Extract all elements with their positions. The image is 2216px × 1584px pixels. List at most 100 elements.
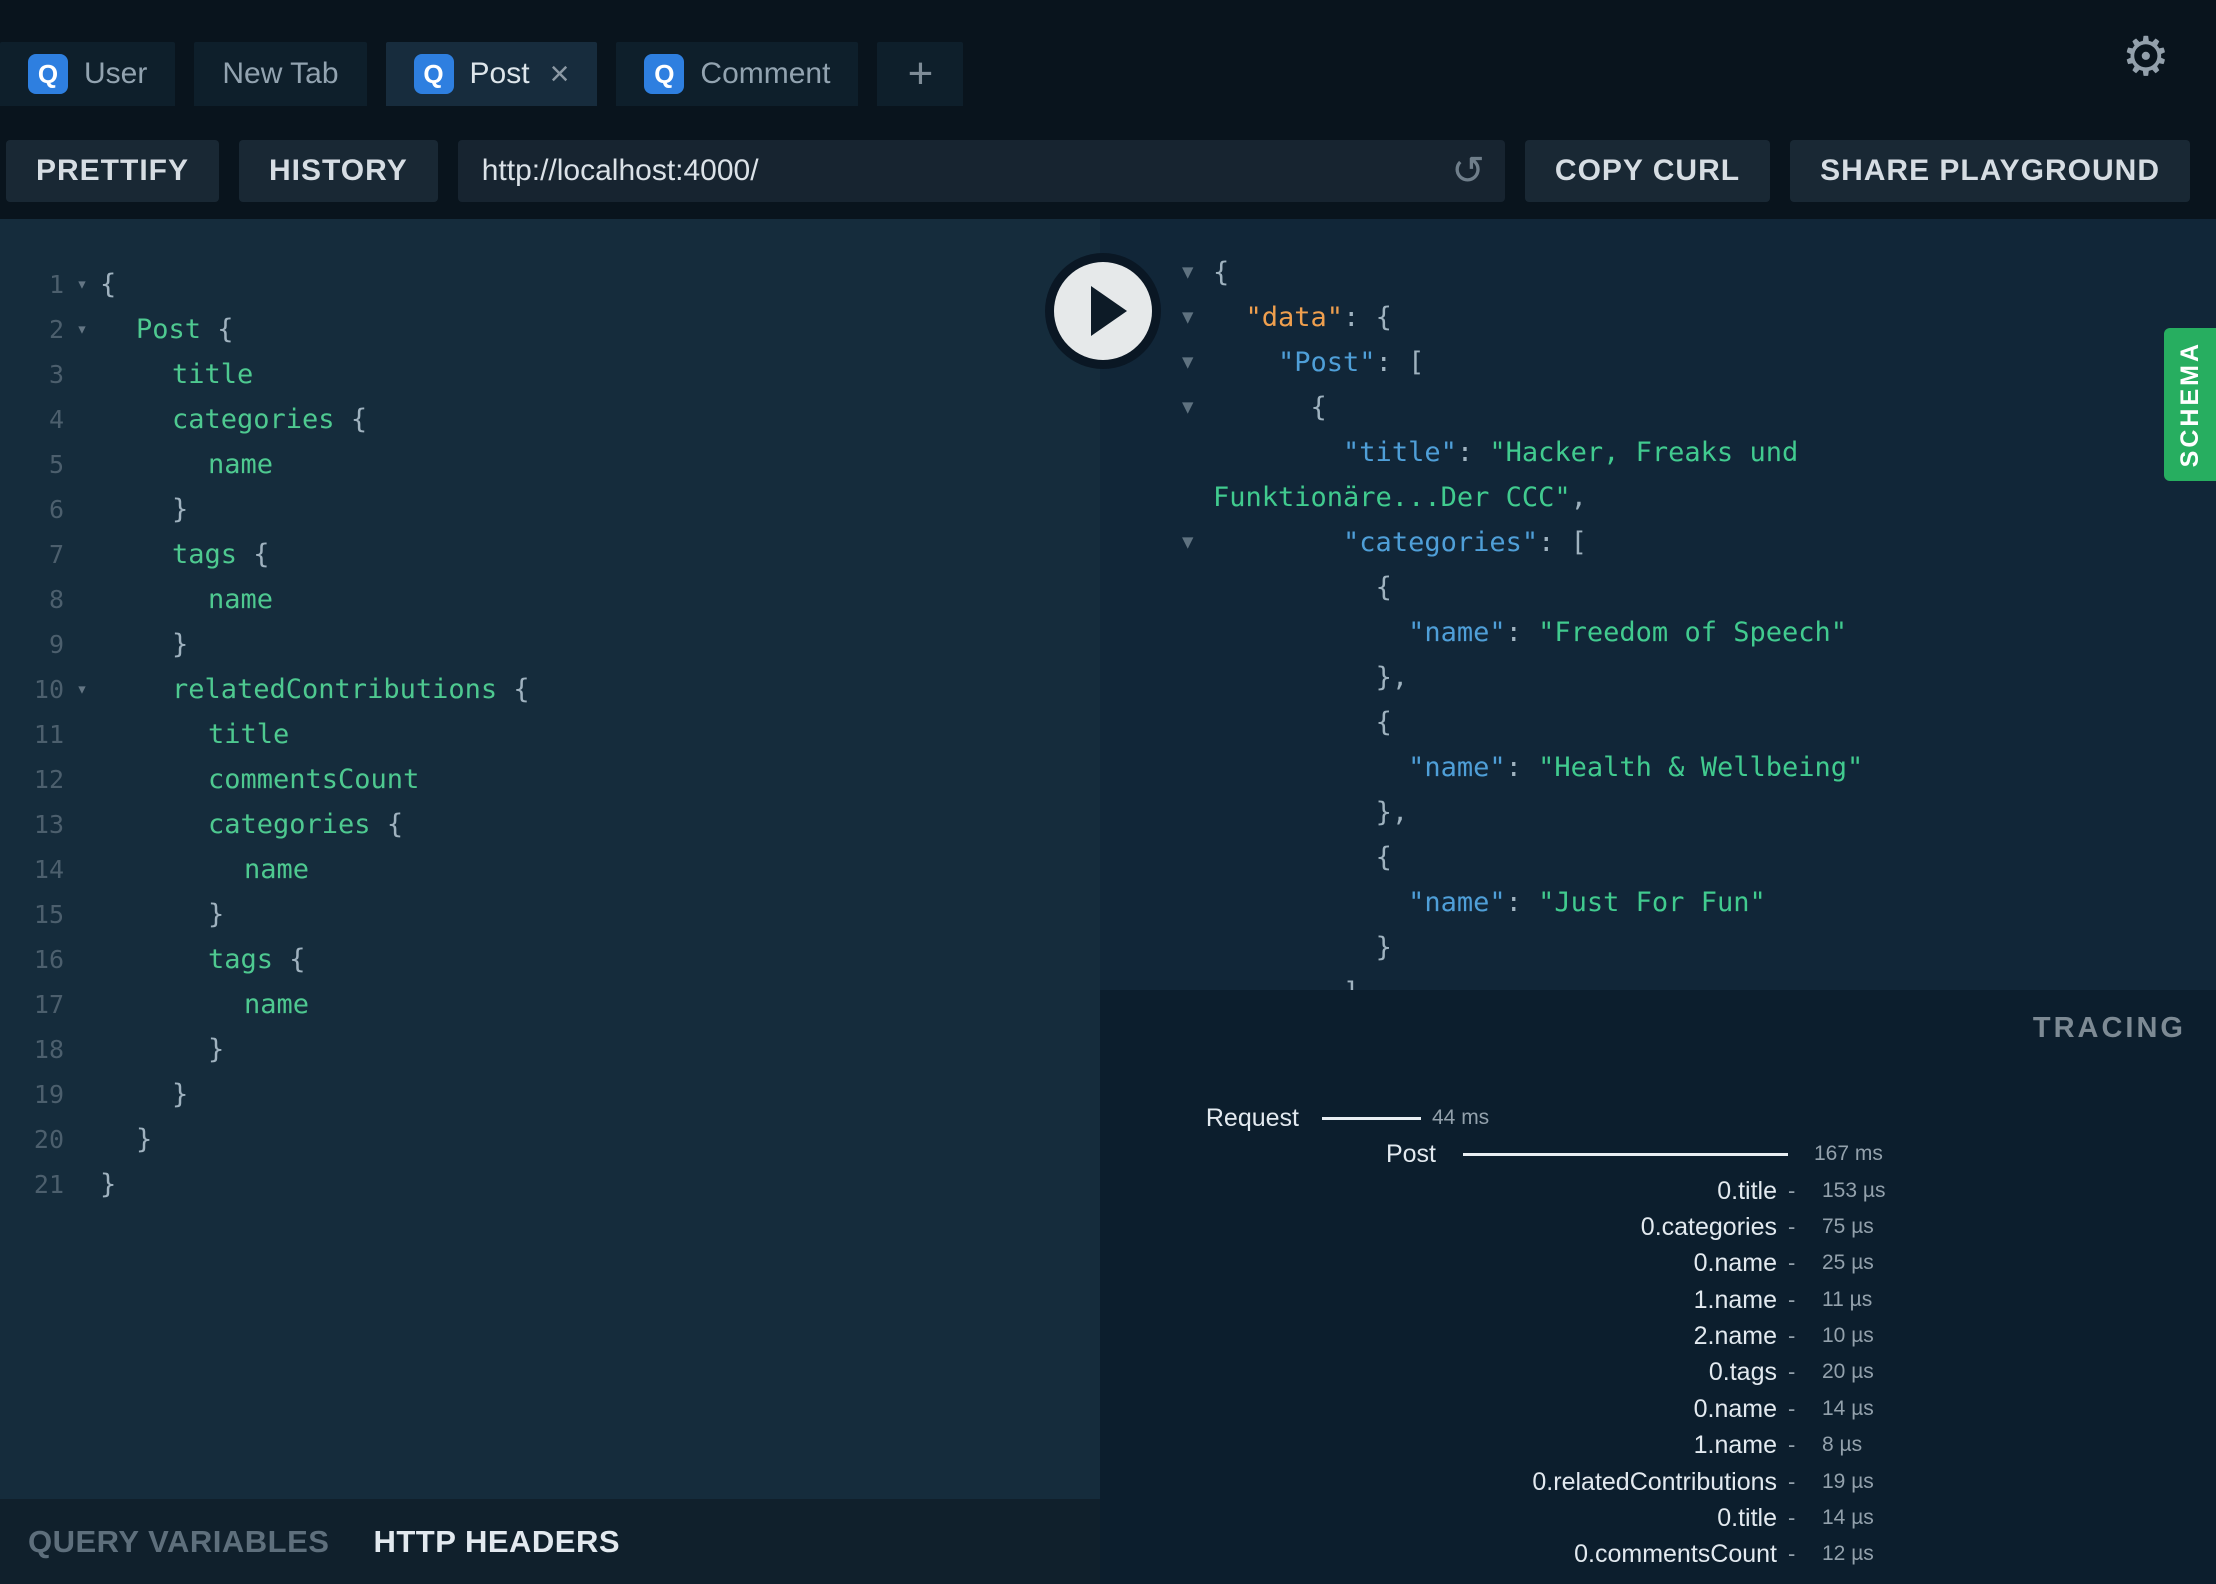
code-token: :: [1505, 617, 1539, 648]
line-number: 12: [33, 765, 64, 794]
collapse-arrow-icon[interactable]: ▼: [1182, 295, 1193, 340]
tracing-row-time: 14 µs: [1822, 1396, 1874, 1420]
tracing-row-time: 20 µs: [1822, 1360, 1874, 1384]
response-line: },: [1100, 655, 2216, 700]
response-line: "title": "Hacker, Freaks und: [1100, 430, 2216, 475]
tab-post[interactable]: Q Post ×: [385, 42, 598, 106]
fold-gutter: [64, 577, 100, 622]
code-token: {: [350, 404, 368, 435]
line-number: 8: [48, 585, 64, 614]
tracing-row-label: 0.title: [1717, 1503, 1777, 1532]
history-button[interactable]: HISTORY: [239, 140, 438, 202]
code-token: }: [100, 1169, 117, 1200]
query-editor[interactable]: 1 ▾{2 ▾ Post {3 title 4 categories {5 name 6} 7 ta…: [0, 219, 1100, 1499]
editor-line: 3 title: [0, 352, 1100, 397]
collapse-arrow-icon[interactable]: ▼: [1182, 520, 1193, 565]
code-token: ],: [1213, 977, 1376, 990]
code-text: }: [100, 1027, 224, 1072]
tracing-row: 0.name - 25 µs: [1100, 1245, 2216, 1281]
line-number: 7: [48, 540, 64, 569]
code-token: {: [100, 269, 117, 300]
code-text: title: [100, 352, 253, 397]
editor-line: 15}: [0, 892, 1100, 937]
tab-comment[interactable]: Q Comment: [616, 42, 859, 106]
fold-gutter: [64, 442, 100, 487]
tracing-dash: -: [1788, 1395, 1796, 1421]
code-token: }: [208, 899, 225, 930]
http-headers-tab[interactable]: HTTP HEADERS: [373, 1524, 620, 1560]
fold-gutter: [64, 982, 100, 1027]
code-token: title: [208, 719, 290, 750]
response-line: "name": "Health & Wellbeing": [1100, 745, 2216, 790]
close-tab-icon[interactable]: ×: [550, 57, 570, 91]
code-token: name: [244, 989, 310, 1020]
code-token: }: [172, 629, 189, 660]
response-line: {: [1100, 565, 2216, 610]
tracing-row: 0.tags - 20 µs: [1100, 1354, 2216, 1390]
response-line: ▼ "data": {: [1100, 295, 2216, 340]
tab-label: Comment: [700, 57, 831, 90]
tab-label: Post: [469, 57, 530, 90]
code-token: :: [1456, 437, 1490, 468]
endpoint-url-input[interactable]: [457, 140, 1505, 202]
collapse-arrow-icon[interactable]: ▼: [1182, 340, 1193, 385]
tracing-dash: -: [1788, 1286, 1796, 1312]
schema-tab[interactable]: SCHEMA: [2164, 328, 2216, 481]
query-variables-tab[interactable]: QUERY VARIABLES: [28, 1524, 329, 1560]
code-token: "name": [1408, 887, 1506, 918]
code-text: }: [100, 487, 188, 532]
code-text: }: [100, 622, 188, 667]
code-token: {: [1213, 842, 1392, 873]
editor-line: 13 categories {: [0, 802, 1100, 847]
code-text: tags {: [100, 937, 306, 982]
tracing-row-time: 11 µs: [1822, 1287, 1873, 1311]
editor-line: 4 categories {: [0, 397, 1100, 442]
code-text: title: [100, 712, 289, 757]
editor-line: 7 tags {: [0, 532, 1100, 577]
tab-label: User: [84, 57, 148, 90]
prettify-button[interactable]: PRETTIFY: [6, 140, 220, 202]
tracing-row: 2.name - 10 µs: [1100, 1318, 2216, 1354]
code-token: ,: [1570, 482, 1587, 513]
fold-gutter: [64, 937, 100, 982]
response-line: ▼ "categories": [: [1100, 520, 2216, 565]
line-number: 6: [48, 495, 64, 524]
editor-line: 8 name: [0, 577, 1100, 622]
collapse-arrow-icon[interactable]: ▼: [1182, 250, 1193, 295]
line-number: 11: [33, 720, 64, 749]
tracing-row-label: 0.name: [1693, 1249, 1777, 1278]
response-line: }: [1100, 925, 2216, 970]
fold-gutter: [64, 352, 100, 397]
code-token: Post: [136, 314, 218, 345]
copy-curl-button[interactable]: COPY CURL: [1524, 140, 1771, 202]
new-tab-button[interactable]: +: [877, 42, 964, 106]
collapse-arrow-icon[interactable]: ▼: [1182, 385, 1193, 430]
code-text: tags {: [100, 532, 270, 577]
tab-label: New Tab: [222, 57, 339, 90]
fold-gutter: [64, 757, 100, 802]
tracing-row-label: 0.commentsCount: [1574, 1540, 1777, 1569]
code-token: {: [513, 674, 530, 705]
reload-schema-icon[interactable]: ↺: [1451, 151, 1485, 191]
tracing-dash: -: [1788, 1250, 1796, 1276]
tab-bar: Q User New Tab Q Post × Q Comment + ⚙: [0, 0, 2216, 123]
tab-new-tab[interactable]: New Tab: [194, 42, 367, 106]
code-token: "data": [1245, 302, 1344, 333]
code-text: }: [100, 1162, 116, 1207]
query-editor-lines: 1 ▾{2 ▾ Post {3 title 4 categories {5 name 6} 7 ta…: [0, 219, 1100, 1207]
share-playground-button[interactable]: SHARE PLAYGROUND: [1790, 140, 2190, 202]
endpoint-url-bar: ↺: [457, 140, 1505, 202]
fold-arrow-icon[interactable]: ▾: [64, 667, 100, 712]
tracing-duration-bar: [1463, 1153, 1788, 1157]
tracing-title: TRACING: [2032, 1012, 2186, 1044]
settings-gear-icon[interactable]: ⚙: [2122, 30, 2170, 84]
line-number: 2: [48, 315, 64, 344]
response-line: ],: [1100, 970, 2216, 990]
code-token: "Health & Wellbeing": [1538, 752, 1864, 783]
fold-arrow-icon[interactable]: ▾: [64, 307, 100, 352]
editor-line: 20}: [0, 1117, 1100, 1162]
tracing-dash: -: [1788, 1214, 1796, 1240]
tab-user[interactable]: Q User: [0, 42, 176, 106]
fold-arrow-icon[interactable]: ▾: [64, 262, 100, 307]
execute-query-button[interactable]: [1043, 251, 1163, 371]
